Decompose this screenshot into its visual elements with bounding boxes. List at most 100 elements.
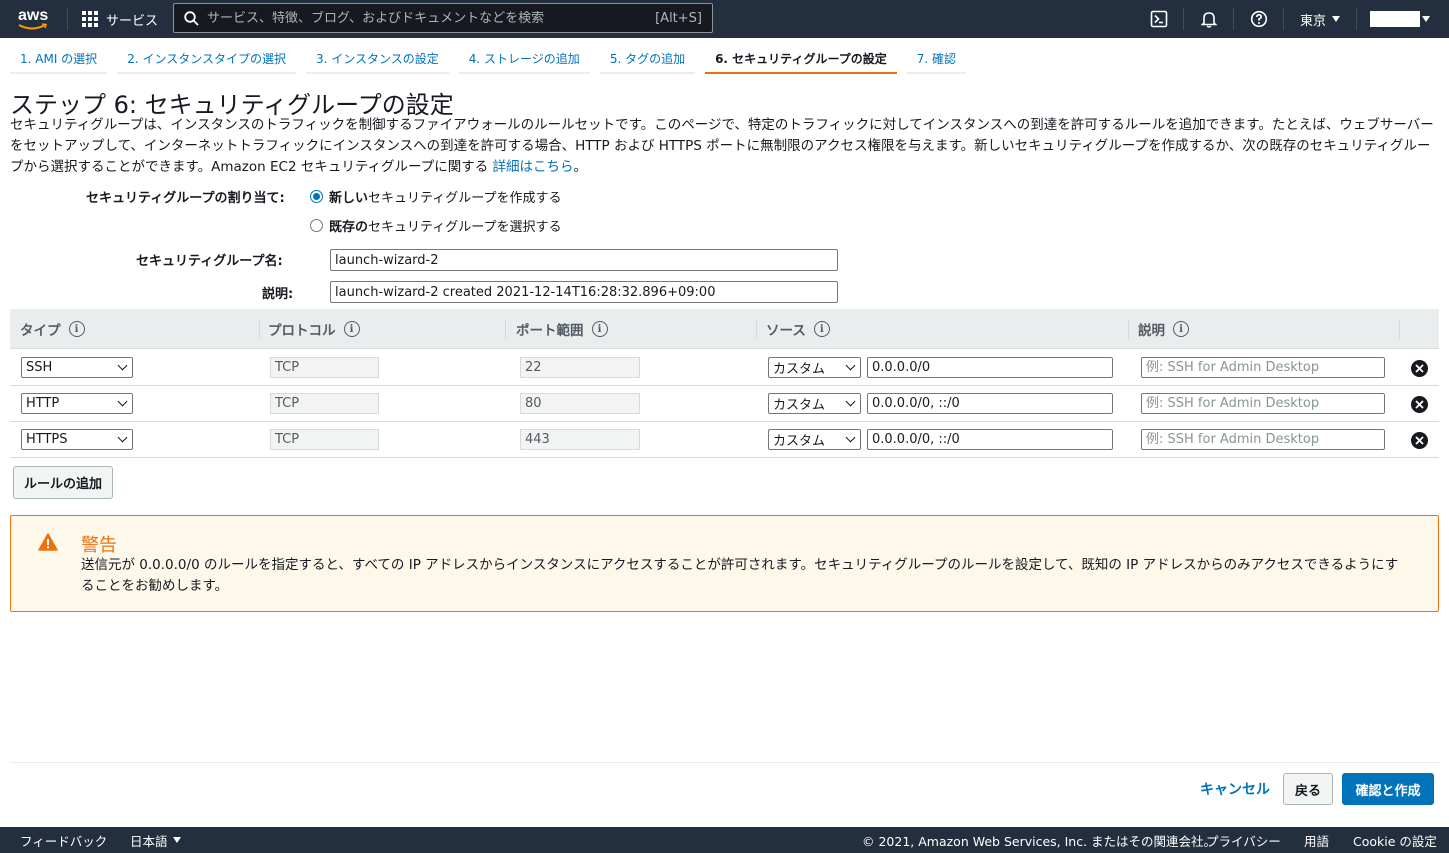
- back-button[interactable]: 戻る: [1283, 773, 1333, 805]
- warning-alert: 警告 送信元が 0.0.0.0/0 のルールを指定すると、すべての IP アドレ…: [10, 515, 1439, 612]
- delete-rule-icon[interactable]: [1411, 396, 1428, 413]
- chevron-down-icon: [117, 360, 128, 371]
- source-cidr-input[interactable]: [867, 357, 1113, 378]
- search-shortcut: [Alt+S]: [655, 10, 702, 26]
- port-range-field: 22: [520, 357, 640, 378]
- details-link[interactable]: 詳細はこちら: [493, 159, 574, 175]
- wizard-step-5[interactable]: 5. タグの追加: [599, 44, 696, 74]
- protocol-field: TCP: [270, 357, 379, 378]
- search-bar[interactable]: [Alt+S]: [173, 3, 713, 33]
- info-icon[interactable]: i: [1173, 321, 1189, 337]
- port-range-field: 80: [520, 393, 640, 414]
- help-icon[interactable]: [1248, 8, 1270, 30]
- info-icon[interactable]: i: [813, 321, 830, 337]
- nav-divider: [1183, 8, 1184, 30]
- type-select[interactable]: SSH: [21, 357, 133, 378]
- account-name-redacted: [1370, 11, 1420, 27]
- table-row: SSH TCP 22 カスタム: [10, 350, 1439, 386]
- delete-rule-icon[interactable]: [1411, 432, 1428, 449]
- wizard-step-6[interactable]: 6. セキュリティグループの設定: [705, 44, 897, 74]
- protocol-field: TCP: [270, 393, 379, 414]
- services-label: サービス: [106, 13, 159, 29]
- wizard-step-7[interactable]: 7. 確認: [906, 44, 966, 74]
- review-and-launch-button[interactable]: 確認と作成: [1342, 773, 1434, 805]
- nav-divider: [67, 8, 68, 30]
- add-rule-button[interactable]: ルールの追加: [13, 466, 114, 499]
- protocol-field: TCP: [270, 429, 379, 450]
- radio-button[interactable]: [310, 219, 323, 232]
- description-text: セキュリティグループは、インスタンスのトラフィックを制御するファイアウォールのル…: [10, 117, 1434, 175]
- account-menu[interactable]: [1370, 0, 1430, 38]
- group-name-input[interactable]: [330, 249, 838, 271]
- info-icon[interactable]: i: [591, 321, 608, 337]
- info-icon[interactable]: i: [343, 321, 360, 337]
- chevron-down-icon: [117, 432, 128, 443]
- language-label: 日本語: [130, 833, 168, 849]
- type-select[interactable]: HTTP: [21, 393, 133, 414]
- source-type-select[interactable]: カスタム: [768, 429, 861, 450]
- nav-divider: [1283, 8, 1284, 30]
- radio-new-bold: 新しい: [329, 191, 369, 206]
- radio-button[interactable]: [310, 190, 323, 203]
- description-end: 。: [573, 159, 588, 175]
- wizard-step-4[interactable]: 4. ストレージの追加: [458, 44, 590, 74]
- source-cidr-input[interactable]: [867, 393, 1113, 414]
- radio-new-group[interactable]: 新しい セキュリティグループを作成する: [310, 187, 561, 206]
- rules-table-header: タイプ i プロトコル i ポート範囲 i ソース i 説明 i: [10, 309, 1439, 349]
- cookie-settings-link[interactable]: Cookie の設定: [1353, 827, 1437, 853]
- rule-description-input[interactable]: [1141, 357, 1385, 378]
- cancel-button[interactable]: キャンセル: [1196, 773, 1274, 805]
- group-name-label: セキュリティグループ名:: [136, 254, 283, 269]
- type-select[interactable]: HTTPS: [21, 429, 133, 450]
- source-cidr-input[interactable]: [867, 429, 1113, 450]
- chevron-down-icon: [845, 432, 856, 443]
- table-row: HTTPS TCP 443 カスタム: [10, 422, 1439, 458]
- nav-divider: [1356, 8, 1357, 30]
- column-divider: [1128, 319, 1129, 339]
- terms-link[interactable]: 用語: [1304, 827, 1329, 853]
- group-desc-label: 説明:: [262, 287, 294, 302]
- wizard-step-1[interactable]: 1. AMI の選択: [10, 44, 108, 74]
- delete-rule-icon[interactable]: [1411, 360, 1428, 377]
- radio-new-label: セキュリティグループを作成する: [368, 191, 562, 206]
- warning-text: 送信元が 0.0.0.0/0 のルールを指定すると、すべての IP アドレスから…: [81, 557, 1399, 594]
- rule-description-input[interactable]: [1141, 393, 1385, 414]
- page-description: セキュリティグループは、インスタンスのトラフィックを制御するファイアウォールのル…: [10, 115, 1440, 178]
- services-menu[interactable]: サービス: [82, 0, 158, 38]
- rule-description-input[interactable]: [1141, 429, 1385, 450]
- column-header-protocol: プロトコル i: [268, 309, 360, 349]
- assign-label: セキュリティグループの割り当て:: [86, 191, 285, 206]
- caret-down-icon: [1422, 16, 1430, 22]
- group-desc-input[interactable]: [330, 281, 838, 303]
- radio-existing-group[interactable]: 既存の セキュリティグループを選択する: [310, 216, 561, 235]
- column-header-source: ソース i: [766, 309, 830, 349]
- chevron-down-icon: [117, 396, 128, 407]
- chevron-down-icon: [845, 396, 856, 407]
- grid-icon: [82, 11, 98, 27]
- search-input[interactable]: [207, 10, 656, 26]
- column-header-port: ポート範囲 i: [516, 309, 608, 349]
- column-header-description: 説明 i: [1138, 309, 1189, 349]
- column-header-type: タイプ i: [20, 309, 85, 349]
- language-selector[interactable]: 日本語: [130, 827, 181, 853]
- warning-title: 警告: [81, 535, 117, 556]
- privacy-link[interactable]: プライバシー: [1206, 827, 1281, 853]
- source-type-select[interactable]: カスタム: [768, 393, 861, 414]
- wizard-steps: 1. AMI の選択 2. インスタンスタイプの選択 3. インスタンスの設定 4. …: [10, 44, 976, 74]
- source-type-select[interactable]: カスタム: [768, 357, 861, 378]
- cloudshell-icon[interactable]: [1148, 8, 1170, 30]
- table-row: HTTP TCP 80 カスタム: [10, 386, 1439, 422]
- port-range-field: 443: [520, 429, 640, 450]
- feedback-link[interactable]: フィードバック: [20, 827, 107, 853]
- column-divider: [756, 319, 757, 339]
- info-icon[interactable]: i: [68, 321, 85, 337]
- nav-divider: [1233, 8, 1234, 30]
- aws-logo[interactable]: aws: [16, 4, 52, 34]
- column-divider: [1399, 319, 1400, 339]
- wizard-step-2[interactable]: 2. インスタンスタイプの選択: [117, 44, 296, 74]
- region-selector[interactable]: 東京: [1300, 0, 1341, 38]
- footer: フィードバック 日本語 © 2021, Amazon Web Services,…: [0, 827, 1449, 853]
- bell-icon[interactable]: [1198, 8, 1220, 30]
- region-label: 東京: [1300, 13, 1327, 29]
- wizard-step-3[interactable]: 3. インスタンスの設定: [305, 44, 449, 74]
